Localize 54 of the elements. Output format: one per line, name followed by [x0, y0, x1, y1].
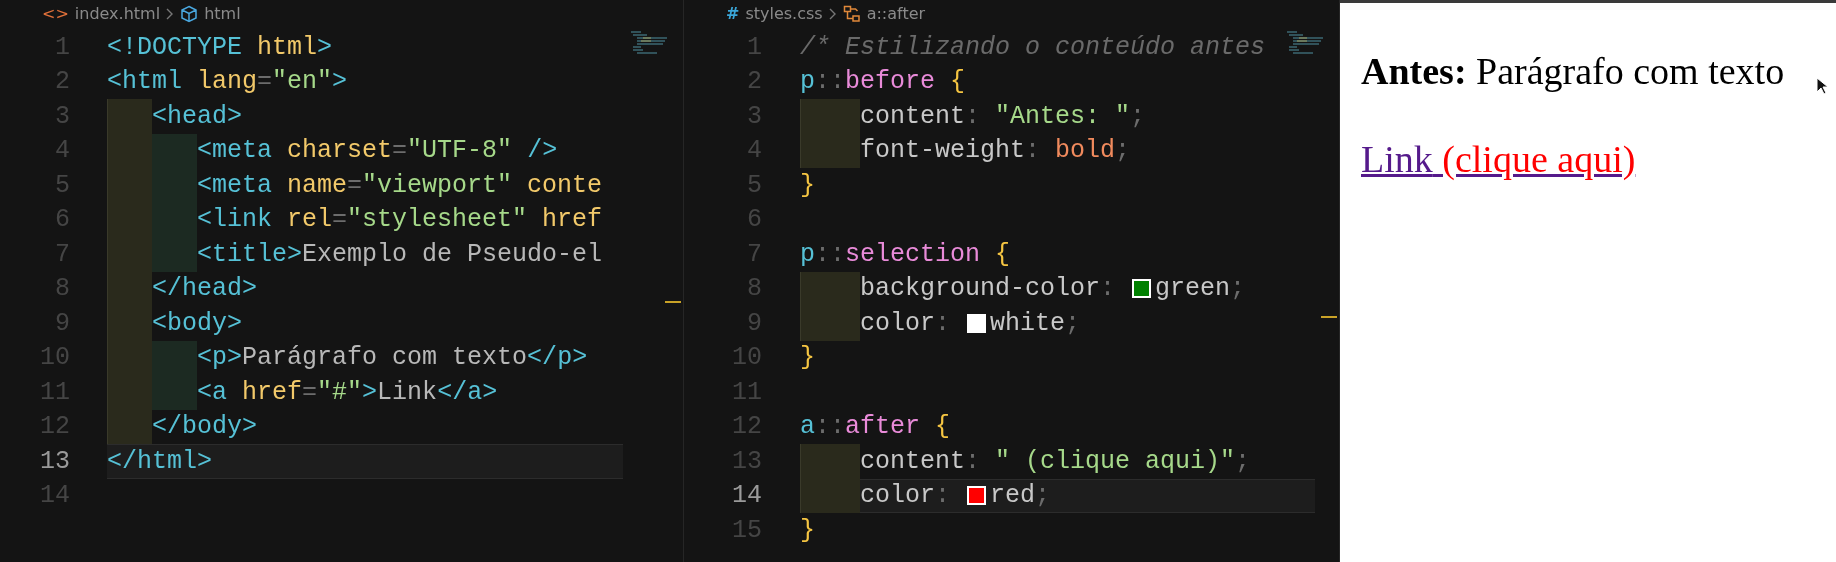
mouse-pointer-icon [1816, 77, 1828, 95]
code-line: color: white; [860, 307, 1081, 340]
structure-icon [842, 5, 861, 23]
code-line: content: " (clique aqui)"; [860, 445, 1251, 478]
paragraph-text: Antes: Parágrafo com texto [1361, 49, 1785, 94]
color-swatch[interactable] [1132, 279, 1152, 299]
indent-guide [800, 99, 860, 134]
minimap-drawing [631, 30, 667, 56]
indent-guide [800, 306, 860, 341]
cube-icon [180, 5, 199, 23]
code-line: p::before { [800, 66, 966, 98]
code-line: p::selection { [800, 238, 1011, 271]
code-line: <head> [152, 100, 243, 133]
chevron-right-icon [828, 8, 837, 20]
minimap-drawing [1287, 30, 1323, 56]
code-line: <meta name="viewport" conte [197, 169, 603, 202]
breadcrumb-item[interactable]: styles.css [745, 2, 823, 26]
scrollbar-marker [1321, 316, 1337, 318]
code-line: <p>Parágrafo com texto</p> [197, 342, 588, 374]
indent-guide [800, 271, 860, 306]
code-line: </body> [152, 411, 258, 443]
code-line: background-color: green; [860, 273, 1246, 305]
code-line: <title>Exemplo de Pseudo-el [197, 238, 603, 271]
code-line: <a href="#">Link</a> [197, 376, 498, 409]
breadcrumb-item[interactable]: index.html [74, 2, 161, 26]
chevron-right-icon [166, 8, 175, 20]
code-line: color: red; [860, 480, 1051, 512]
code-line: a::after { [800, 411, 951, 443]
indent-guide [800, 133, 860, 168]
breadcrumb-item[interactable]: a::after [866, 2, 926, 26]
code-line: <meta charset="UTF-8" /> [197, 135, 558, 167]
code-line: } [800, 169, 815, 202]
code-line: <body> [152, 307, 243, 340]
code-line: font-weight: bold; [860, 135, 1131, 167]
indent-guide [107, 409, 152, 444]
code-line: /* Estilizando o conteúdo antes [800, 31, 1266, 64]
code-line: } [800, 514, 815, 547]
code-line: <!DOCTYPE html> [107, 31, 333, 64]
color-swatch[interactable] [967, 313, 987, 333]
file-type-icon: <> [42, 2, 69, 26]
link[interactable]: Link (clique aqui) [1361, 138, 1636, 180]
line-number: 13 [39, 445, 70, 478]
breadcrumb-item[interactable]: html [204, 2, 241, 26]
code-line: <link rel="stylesheet" href [197, 204, 603, 236]
file-type-icon: # [726, 2, 740, 26]
indent-guide [107, 99, 152, 134]
code-line: </html> [107, 445, 213, 478]
code-line: content: "Antes: "; [860, 100, 1146, 133]
code-line: <html lang="en"> [107, 66, 348, 98]
line-number: 14 [731, 480, 762, 512]
scrollbar-marker [665, 301, 681, 303]
code-line: </head> [152, 273, 258, 305]
code-line: } [800, 342, 815, 374]
indent-guide [800, 444, 860, 479]
